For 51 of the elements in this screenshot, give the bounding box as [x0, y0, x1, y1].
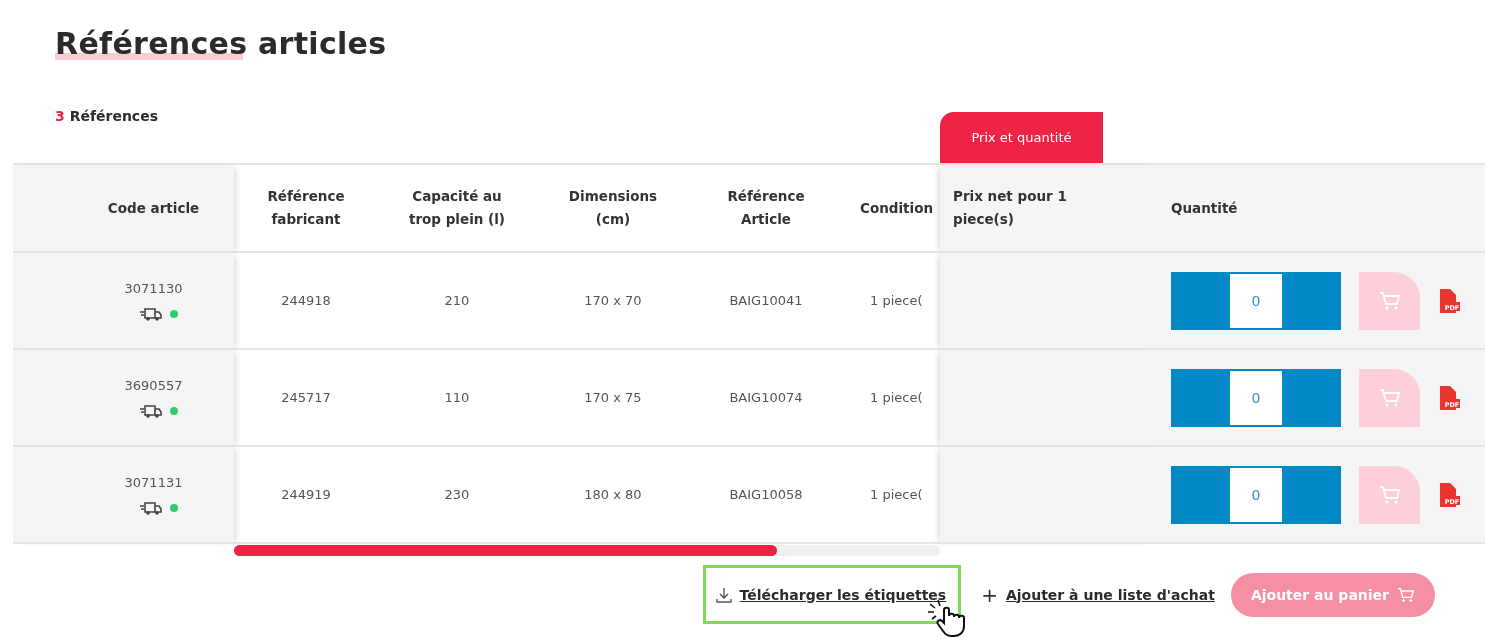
article-code: 3071130 [124, 280, 183, 296]
increase-button[interactable] [1284, 465, 1341, 524]
truck-icon [139, 307, 162, 321]
column-header: Capacité au trop plein (l) [407, 187, 507, 229]
table-cell: BAIG10041 [729, 293, 803, 308]
cart-icon [1378, 290, 1401, 311]
column-header: Quantité [1171, 198, 1238, 218]
table-cell: 170 x 75 [584, 390, 642, 405]
table-cell: 245717 [281, 390, 331, 405]
quantity-field[interactable]: 0 [1228, 271, 1284, 330]
reference-count: 3 Références [55, 108, 158, 124]
article-code: 3071131 [124, 474, 183, 490]
table-cell: 180 x 80 [584, 487, 642, 502]
cart-icon [1378, 387, 1401, 408]
table-cell: 230 [444, 487, 470, 502]
table-cell: BAIG10058 [729, 487, 803, 502]
table-cell: 110 [444, 390, 470, 405]
table-cell: 1 piece( [870, 487, 923, 502]
quantity-field[interactable]: 0 [1228, 368, 1284, 427]
column-header: Condition [860, 198, 934, 218]
column-header: Dimensions (cm) [567, 187, 659, 229]
table-cell: 210 [444, 293, 470, 308]
column-header: Référence fabricant [266, 187, 346, 229]
decrease-button[interactable] [1171, 368, 1228, 427]
table-cell: 170 x 70 [584, 293, 642, 308]
download-labels-link[interactable]: Télécharger les étiquettes [739, 586, 947, 603]
table-cell: BAIG10074 [729, 390, 803, 405]
column-header: Prix net pour 1 piece(s) [953, 187, 1068, 229]
plus-icon: + [981, 582, 998, 607]
article-code: 3690557 [124, 377, 183, 393]
truck-icon [139, 404, 162, 418]
add-to-shopping-list-link[interactable]: Ajouter à une liste d'achat [1005, 586, 1215, 603]
page-title: Références articles [55, 26, 387, 61]
column-header: Référence Article [726, 187, 806, 229]
scrollbar-thumb[interactable] [234, 545, 777, 556]
increase-button[interactable] [1284, 368, 1341, 427]
table-cell: 244918 [281, 293, 331, 308]
table-cell: 244919 [281, 487, 331, 502]
price-quantity-tab[interactable]: Prix et quantité [940, 112, 1103, 163]
increase-button[interactable] [1284, 271, 1341, 330]
download-icon [715, 586, 732, 603]
column-header: Code article [107, 198, 200, 218]
decrease-button[interactable] [1171, 271, 1228, 330]
quantity-field[interactable]: 0 [1228, 465, 1284, 524]
scrollbar[interactable] [234, 545, 940, 556]
truck-icon [139, 501, 162, 515]
cart-icon [1397, 586, 1415, 603]
table-cell: 1 piece( [870, 390, 923, 405]
cart-icon [1378, 484, 1401, 505]
decrease-button[interactable] [1171, 465, 1228, 524]
table-cell: 1 piece( [870, 293, 923, 308]
